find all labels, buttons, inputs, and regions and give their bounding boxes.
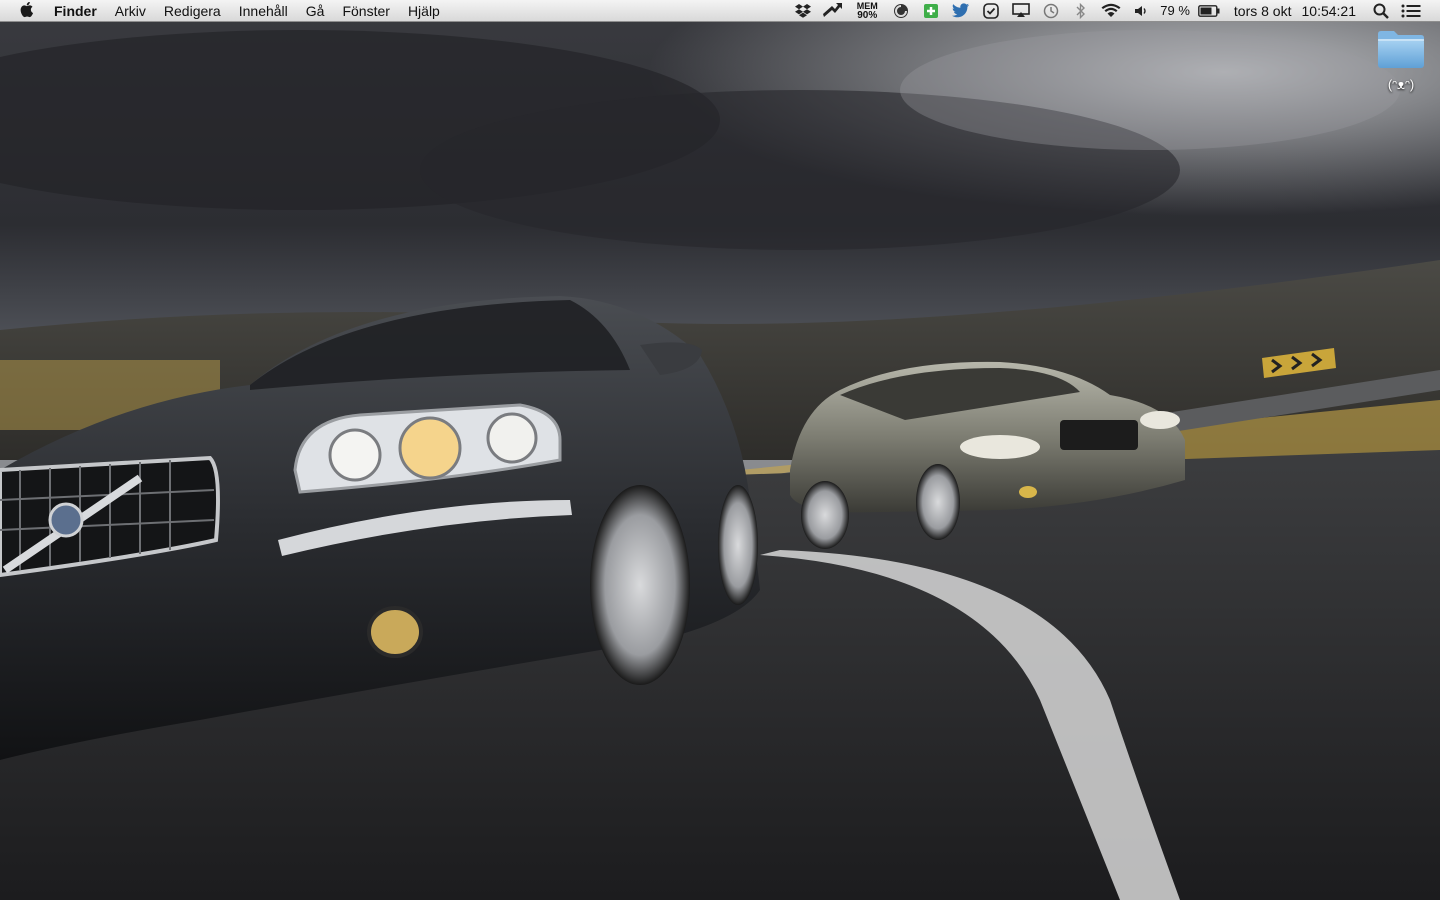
battery-percent[interactable]: 79 %	[1160, 3, 1190, 18]
desktop[interactable]: Finder Arkiv Redigera Innehåll Gå Fönste…	[0, 0, 1440, 900]
time-machine-icon[interactable]	[1040, 0, 1062, 22]
wifi-icon[interactable]	[1100, 0, 1122, 22]
menu-arkiv[interactable]: Arkiv	[106, 0, 155, 22]
menu-hjalp[interactable]: Hjälp	[399, 0, 449, 22]
menu-ga[interactable]: Gå	[297, 0, 334, 22]
menu-redigera[interactable]: Redigera	[155, 0, 230, 22]
menu-fonster[interactable]: Fönster	[333, 0, 398, 22]
menu-finder[interactable]: Finder	[54, 0, 106, 22]
spotlight-search-icon[interactable]	[1370, 0, 1392, 22]
folder-icon	[1378, 31, 1424, 68]
apple-logo-icon[interactable]	[18, 2, 36, 20]
memory-monitor[interactable]: MEM 90%	[854, 1, 880, 21]
spiral-icon[interactable]	[890, 0, 912, 22]
check-circle-icon[interactable]	[980, 0, 1002, 22]
menubar-clock[interactable]: 10:54:21	[1302, 3, 1357, 19]
memory-value: 90%	[857, 9, 878, 21]
arrow-app-icon[interactable]	[822, 0, 844, 22]
wallpaper	[0, 0, 1440, 900]
volume-icon[interactable]	[1130, 0, 1152, 22]
menubar-date[interactable]: tors 8 okt	[1234, 3, 1292, 19]
desktop-folder[interactable]: (ᵔᴥᵔ)	[1370, 28, 1432, 92]
twitter-bird-icon[interactable]	[950, 0, 972, 22]
notification-center-icon[interactable]	[1400, 0, 1422, 22]
airplay-icon[interactable]	[1010, 0, 1032, 22]
bluetooth-icon[interactable]	[1070, 0, 1092, 22]
dropbox-icon[interactable]	[792, 0, 814, 22]
menu-innehall[interactable]: Innehåll	[230, 0, 297, 22]
folder-label: (ᵔᴥᵔ)	[1387, 77, 1415, 92]
battery-icon[interactable]	[1198, 0, 1220, 22]
evernote-plus-icon[interactable]	[920, 0, 942, 22]
menu-bar: Finder Arkiv Redigera Innehåll Gå Fönste…	[0, 0, 1440, 22]
